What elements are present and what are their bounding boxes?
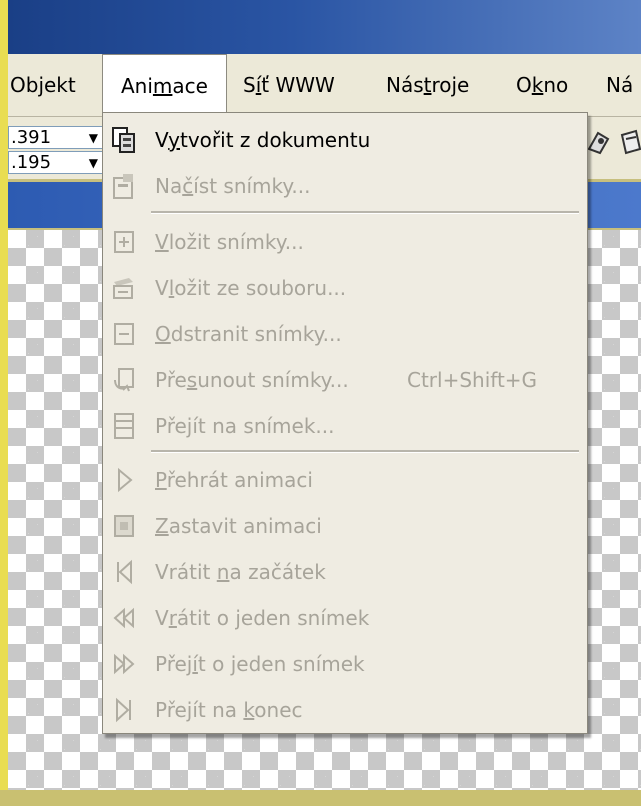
menu-item-label: Vrátit o jeden snímek [155,606,370,630]
stop-icon [111,512,137,540]
go-to-frame-icon [111,412,137,440]
coord-y-field[interactable]: .195 ▼ [8,151,103,174]
menu-item-label: Vložit ze souboru... [155,276,347,300]
menu-objekt-label: Objekt [10,73,76,97]
menu-okno[interactable]: Okno [516,54,568,116]
play-icon [111,466,137,494]
menu-item-label: Vložit snímky... [155,230,304,254]
menu-item-prejit-na-konec[interactable]: Přejít na konec [103,687,587,733]
coord-x-spin-icon[interactable]: ▼ [89,127,98,149]
menu-sit-label-c: ť WWW [261,73,335,97]
menu-item-prejit-o-jeden-snimek[interactable]: Přejít o jeden snímek [103,641,587,687]
menu-objekt[interactable]: Objekt [10,54,76,116]
toolbar-tool2-icon[interactable] [618,127,641,157]
menu-nastroje-label-a: Nás [386,73,424,97]
load-frames-icon [111,172,137,200]
menu-okno-label-c: no [543,73,569,97]
menu-item-label: Přejít o jeden snímek [155,652,365,676]
menu-animace-label-a: Ani [121,74,153,98]
menu-item-presunout-snimky[interactable]: Přesunout snímky... Ctrl+Shift+G [103,357,587,403]
insert-from-file-icon [111,274,137,302]
menu-animace[interactable]: Animace [102,54,227,115]
menu-nastroje-label-c: roje [431,73,470,97]
delete-frames-icon [111,320,137,348]
menu-animace-label-b: m [152,74,173,98]
menu-nastroje[interactable]: Nástroje [386,54,469,116]
menu-item-label: Vytvořit z dokumentu [155,128,371,152]
menu-item-prehrat-animaci[interactable]: Přehrát animaci [103,457,587,503]
menu-napoveda-label: Ná [606,73,634,97]
menu-okno-label-a: O [516,73,532,97]
rewind-start-icon [111,558,137,586]
menu-item-zastavit-animaci[interactable]: Zastavit animaci [103,503,587,549]
coord-x-field[interactable]: .391 ▼ [8,126,103,149]
menu-item-vratit-o-jeden-snimek[interactable]: Vrátit o jeden snímek [103,595,587,641]
coord-y-spin-icon[interactable]: ▼ [89,152,98,174]
menu-item-shortcut: Ctrl+Shift+G [407,368,538,392]
menu-item-nacist-snimky[interactable]: Načíst snímky... [103,163,587,209]
menu-item-prejit-na-snimek[interactable]: Přejít na snímek... [103,403,587,449]
insert-frames-icon [111,228,137,256]
step-forward-icon [111,650,137,678]
title-bar [8,0,641,54]
menu-item-label: Přehrát animaci [155,468,313,492]
menu-item-label: Přejít na snímek... [155,414,335,438]
menu-napoveda[interactable]: Ná [606,54,633,116]
menu-sit-www[interactable]: Síť WWW [243,54,335,116]
menu-item-vytvorit-z-dokumentu[interactable]: Vytvořit z dokumentu [103,117,587,163]
menu-separator [151,450,579,453]
menu-item-label: Vrátit na začátek [155,560,326,584]
step-back-icon [111,604,137,632]
menu-sit-label-a: S [243,73,256,97]
menu-item-label: Odstranit snímky... [155,322,342,346]
go-to-end-icon [111,696,137,724]
animace-dropdown-menu: Vytvořit z dokumentu Načíst snímky... Vl… [102,112,588,734]
menu-item-vratit-na-zacatek[interactable]: Vrátit na začátek [103,549,587,595]
menu-item-label: Přesunout snímky... [155,368,349,392]
create-from-document-icon [111,126,137,154]
menu-item-label: Načíst snímky... [155,174,311,198]
background-strip [0,0,8,806]
menu-item-odstranit-snimky[interactable]: Odstranit snímky... [103,311,587,357]
coord-x-value: .391 [11,127,52,148]
coord-y-value: .195 [11,152,52,173]
menu-item-vlozit-snimky[interactable]: Vložit snímky... [103,219,587,265]
menu-animace-label-c: ace [172,74,208,98]
menu-separator [151,211,579,214]
menu-item-label: Přejít na konec [155,698,303,722]
bottom-strip [0,790,641,806]
move-frames-icon [111,366,137,394]
menu-bar: Objekt Animace Síť WWW Nástroje Okno Ná [8,54,641,117]
menu-item-vlozit-ze-souboru[interactable]: Vložit ze souboru... [103,265,587,311]
toolbar-tool-icon[interactable] [586,127,612,157]
menu-okno-label-b: k [531,73,544,97]
menu-item-label: Zastavit animaci [155,514,322,538]
